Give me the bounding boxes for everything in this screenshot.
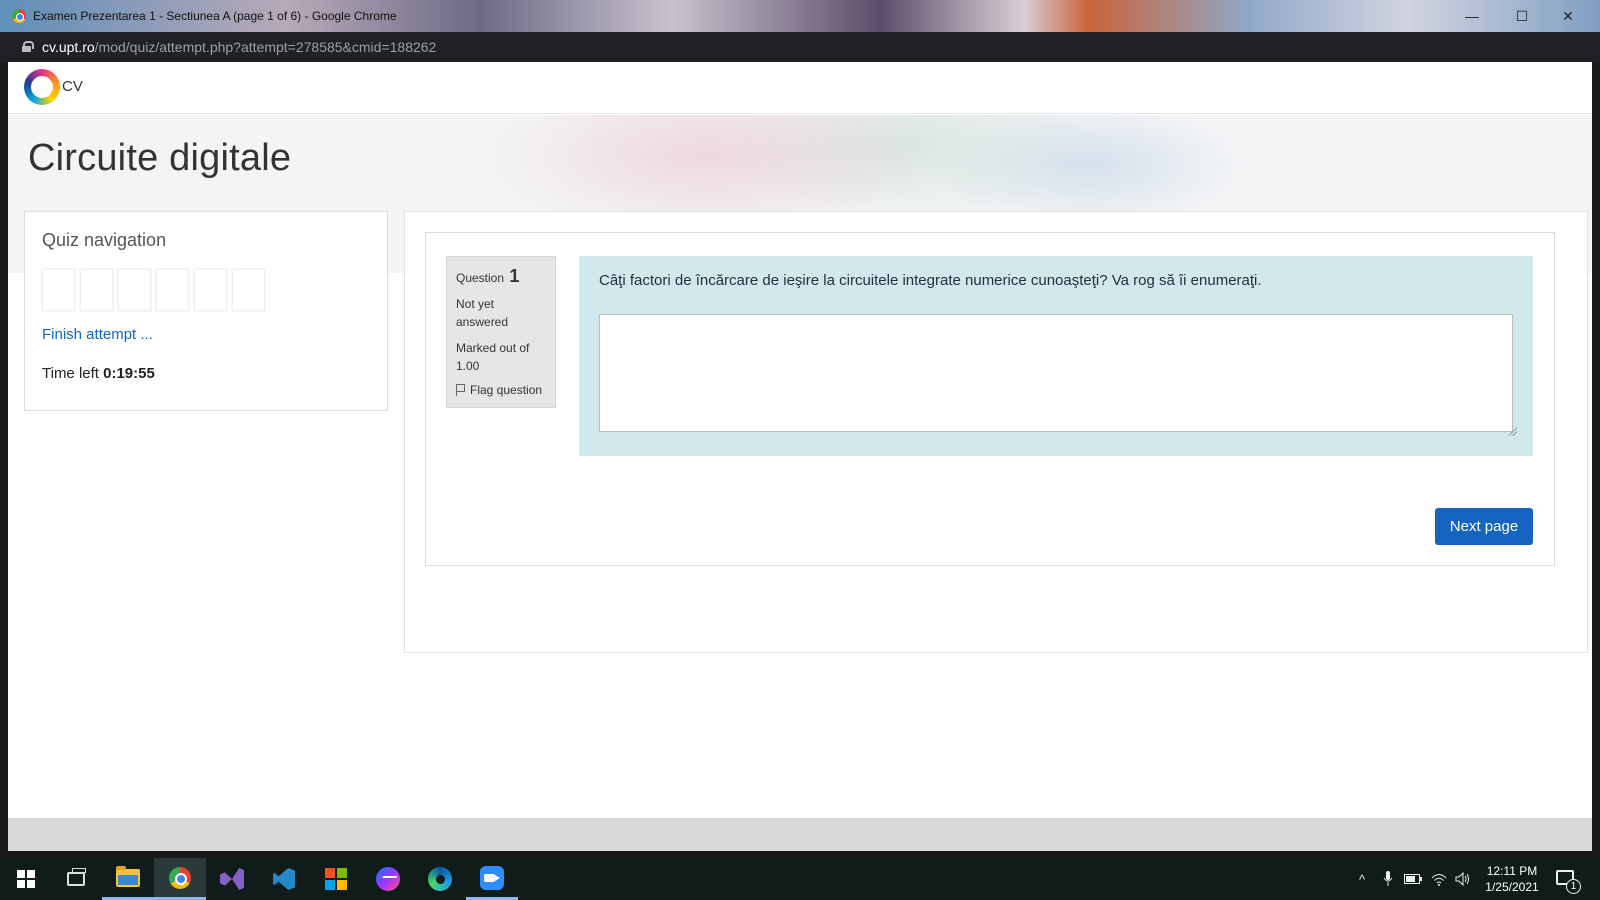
question-nav-button[interactable] bbox=[232, 269, 265, 311]
url-text[interactable]: cv.upt.ro/mod/quiz/attempt.php?attempt=2… bbox=[42, 39, 436, 55]
window-title: Examen Prezentarea 1 - Sectiunea A (page… bbox=[33, 9, 397, 23]
task-view-icon bbox=[67, 868, 86, 886]
question-label: Question bbox=[456, 271, 505, 285]
quiz-navigation-block: Quiz navigation Finish attempt ... Time … bbox=[24, 211, 388, 411]
question-grade: Marked out of 1.00 bbox=[456, 341, 530, 373]
taskbar-office[interactable] bbox=[310, 858, 362, 900]
question-nav-button[interactable] bbox=[156, 269, 189, 311]
resize-handle-icon[interactable] bbox=[1508, 427, 1517, 436]
clock-time: 12:11 PM bbox=[1486, 864, 1538, 878]
question-nav-button[interactable] bbox=[194, 269, 227, 311]
taskbar-vscode[interactable] bbox=[258, 858, 310, 900]
clock-date: 1/25/2021 bbox=[1485, 880, 1539, 894]
question-nav-button[interactable] bbox=[80, 269, 113, 311]
url-host: cv.upt.ro bbox=[42, 39, 95, 55]
battery-icon[interactable] bbox=[1402, 858, 1424, 900]
window-titlebar: Examen Prezentarea 1 - Sectiunea A (page… bbox=[0, 0, 1600, 32]
address-bar[interactable]: cv.upt.ro/mod/quiz/attempt.php?attempt=2… bbox=[0, 32, 1600, 62]
edge-icon bbox=[428, 867, 452, 891]
finish-attempt-link[interactable]: Finish attempt ... bbox=[42, 326, 153, 343]
close-button[interactable]: ✕ bbox=[1558, 6, 1578, 26]
lock-icon[interactable] bbox=[22, 41, 34, 52]
quiz-timer: Time left 0:19:55 bbox=[42, 365, 155, 382]
question-nav-button[interactable] bbox=[42, 269, 75, 311]
url-path: /mod/quiz/attempt.php?attempt=278585&cmi… bbox=[94, 39, 437, 55]
chrome-icon bbox=[169, 866, 191, 889]
tray-overflow-chevron-icon[interactable]: ^ bbox=[1352, 858, 1372, 900]
vscode-icon bbox=[273, 868, 295, 890]
question-number: 1 bbox=[509, 266, 520, 286]
question-number-line: Question 1 bbox=[456, 266, 546, 287]
office-icon bbox=[325, 868, 347, 890]
minimize-button[interactable]: — bbox=[1462, 6, 1482, 26]
flag-question-label: Flag question bbox=[470, 383, 543, 397]
taskbar-edge[interactable] bbox=[414, 858, 466, 900]
page-footer bbox=[8, 818, 1592, 851]
flag-icon bbox=[456, 384, 465, 396]
question-text: Câţi factori de încărcare de ieşire la c… bbox=[599, 272, 1262, 289]
quiz-form: Question 1 Not yet answered Marked out o… bbox=[425, 232, 1555, 566]
windows-taskbar: ^ 12:11 PM 1/25/2021 1 bbox=[0, 858, 1600, 900]
taskbar-visual-studio[interactable] bbox=[206, 858, 258, 900]
maximize-button[interactable]: ☐ bbox=[1512, 6, 1532, 26]
taskbar-messenger[interactable] bbox=[362, 858, 414, 900]
answer-textarea[interactable] bbox=[599, 314, 1513, 432]
chrome-logo-icon bbox=[12, 9, 26, 23]
taskbar-chrome[interactable] bbox=[154, 858, 206, 900]
main-region: Question 1 Not yet answered Marked out o… bbox=[404, 211, 1588, 653]
next-page-button[interactable]: Next page bbox=[1435, 508, 1533, 545]
wifi-icon[interactable] bbox=[1428, 858, 1450, 900]
notification-count-badge: 1 bbox=[1566, 879, 1581, 894]
task-view-button[interactable] bbox=[50, 858, 102, 900]
volume-icon[interactable] bbox=[1452, 858, 1474, 900]
taskbar-zoom[interactable] bbox=[466, 858, 518, 900]
site-logo-text[interactable]: CV bbox=[62, 78, 83, 95]
question-content: Câţi factori de încărcare de ieşire la c… bbox=[579, 256, 1533, 456]
microphone-icon[interactable] bbox=[1378, 858, 1398, 900]
site-navbar: CV bbox=[8, 62, 1592, 114]
question-buttons bbox=[42, 269, 265, 311]
windows-logo-icon bbox=[17, 870, 35, 888]
visual-studio-icon bbox=[220, 868, 244, 890]
messenger-icon bbox=[376, 867, 400, 891]
timer-value: 0:19:55 bbox=[103, 365, 155, 382]
course-title: Circuite digitale bbox=[28, 137, 292, 179]
flag-question-button[interactable]: Flag question bbox=[456, 383, 546, 397]
file-explorer-icon bbox=[116, 865, 140, 887]
timer-label: Time left bbox=[42, 365, 99, 382]
taskbar-file-explorer[interactable] bbox=[102, 858, 154, 900]
site-logo-icon[interactable] bbox=[24, 69, 60, 105]
quiz-navigation-heading: Quiz navigation bbox=[42, 230, 167, 250]
zoom-icon bbox=[480, 865, 504, 890]
question-info: Question 1 Not yet answered Marked out o… bbox=[446, 256, 556, 408]
taskbar-clock[interactable]: 12:11 PM 1/25/2021 bbox=[1478, 863, 1546, 895]
web-page: CV Circuite digitale Quiz navigation Fin… bbox=[8, 62, 1592, 851]
question-state: Not yet answered bbox=[456, 297, 509, 329]
start-button[interactable] bbox=[0, 858, 52, 900]
question-nav-button[interactable] bbox=[118, 269, 151, 311]
